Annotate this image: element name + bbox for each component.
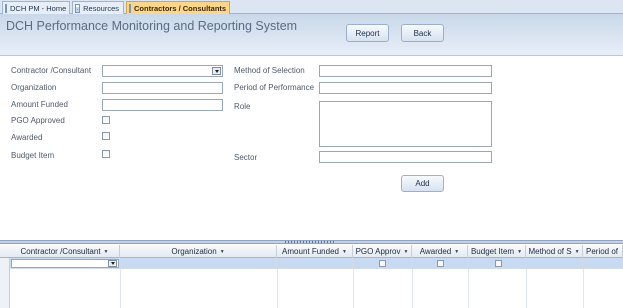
splitter-grip-icon[interactable]	[285, 241, 335, 243]
column-divider	[526, 269, 527, 308]
table-cell	[526, 258, 583, 269]
table-cell	[277, 258, 353, 269]
back-button[interactable]: Back	[401, 24, 444, 42]
tab-resources[interactable]: Resources	[72, 1, 124, 14]
role-textarea[interactable]	[319, 101, 492, 147]
record-selector-column[interactable]	[0, 258, 10, 308]
column-divider	[353, 269, 354, 308]
column-header-organization[interactable]: Organization ▼	[120, 245, 277, 258]
datasheet: Contractor /Consultant ▼ Organization ▼ Am…	[0, 245, 623, 308]
row-awarded-checkbox[interactable]	[437, 260, 444, 267]
column-header-amount-funded[interactable]: Amount Funded ▼	[277, 245, 353, 258]
sort-arrow-icon[interactable]: ▼	[342, 249, 347, 255]
contractor-combobox[interactable]	[102, 65, 223, 77]
column-divider	[120, 269, 121, 308]
sort-arrow-icon[interactable]: ▼	[454, 249, 459, 255]
add-button[interactable]: Add	[401, 175, 444, 192]
sort-arrow-icon[interactable]: ▼	[575, 249, 580, 255]
column-header-budget-item[interactable]: Budget Item ▼	[468, 245, 526, 258]
form-icon	[75, 3, 81, 13]
organization-label: Organization	[11, 83, 57, 92]
method-of-selection-label: Method of Selection	[234, 66, 305, 75]
form-header: DCH Performance Monitoring and Reporting…	[0, 14, 623, 56]
column-divider	[412, 269, 413, 308]
row-pgo-approved-checkbox[interactable]	[379, 260, 386, 267]
tab-contractors-consultants[interactable]: Contractors / Consultants	[126, 1, 230, 14]
amount-funded-label: Amount Funded	[11, 100, 68, 109]
document-tab-strip: DCH PM - Home Resources Contractors / Co…	[0, 0, 623, 14]
role-label: Role	[234, 102, 251, 111]
budget-item-label: Budget Item	[11, 151, 55, 160]
amount-funded-field[interactable]	[102, 99, 223, 111]
pgo-approved-checkbox[interactable]	[102, 116, 110, 124]
column-header-contractor[interactable]: Contractor /Consultant ▼	[10, 245, 120, 258]
form-icon	[5, 3, 7, 13]
column-divider	[468, 269, 469, 308]
sort-arrow-icon[interactable]: ▼	[220, 249, 225, 255]
column-divider	[583, 269, 584, 308]
table-row[interactable]	[10, 258, 623, 269]
tab-dch-pm-home[interactable]: DCH PM - Home	[2, 1, 70, 14]
tab-label: DCH PM - Home	[10, 3, 67, 13]
budget-item-checkbox[interactable]	[102, 150, 110, 158]
sort-arrow-icon[interactable]: ▼	[517, 249, 522, 255]
detail-form: Contractor /Consultant Organization Amou…	[0, 57, 623, 240]
pgo-approved-label: PGO Approved	[11, 116, 65, 125]
split-form-splitter[interactable]	[0, 240, 623, 244]
method-of-selection-field[interactable]	[319, 65, 492, 77]
period-of-performance-label: Period of Performance	[234, 83, 315, 92]
chevron-down-icon[interactable]	[212, 67, 221, 75]
page-title: DCH Performance Monitoring and Reporting…	[6, 19, 298, 33]
column-divider	[277, 269, 278, 308]
report-button[interactable]: Report	[346, 24, 389, 42]
column-header-awarded[interactable]: Awarded ▼	[412, 245, 468, 258]
table-cell	[120, 258, 277, 269]
form-icon	[129, 3, 131, 13]
tab-label: Contractors / Consultants	[134, 3, 227, 13]
sort-arrow-icon[interactable]: ▼	[403, 249, 408, 255]
sector-label: Sector	[234, 153, 258, 162]
awarded-checkbox[interactable]	[102, 132, 110, 140]
row-budget-item-checkbox[interactable]	[495, 260, 502, 267]
tab-label: Resources	[83, 3, 119, 13]
column-header-pgo-approved[interactable]: PGO Approv ▼	[353, 245, 412, 258]
organization-field[interactable]	[102, 82, 223, 94]
sort-arrow-icon[interactable]: ▼	[104, 249, 109, 255]
column-header-period[interactable]: Period of	[583, 245, 623, 258]
awarded-label: Awarded	[11, 133, 43, 142]
column-header-method-of-selection[interactable]: Method of S ▼	[526, 245, 583, 258]
table-cell	[10, 258, 120, 269]
datasheet-header: Contractor /Consultant ▼ Organization ▼ Am…	[0, 245, 623, 258]
sector-field[interactable]	[319, 151, 492, 163]
period-of-performance-field[interactable]	[319, 82, 492, 94]
contractor-label: Contractor /Consultant	[11, 66, 92, 75]
